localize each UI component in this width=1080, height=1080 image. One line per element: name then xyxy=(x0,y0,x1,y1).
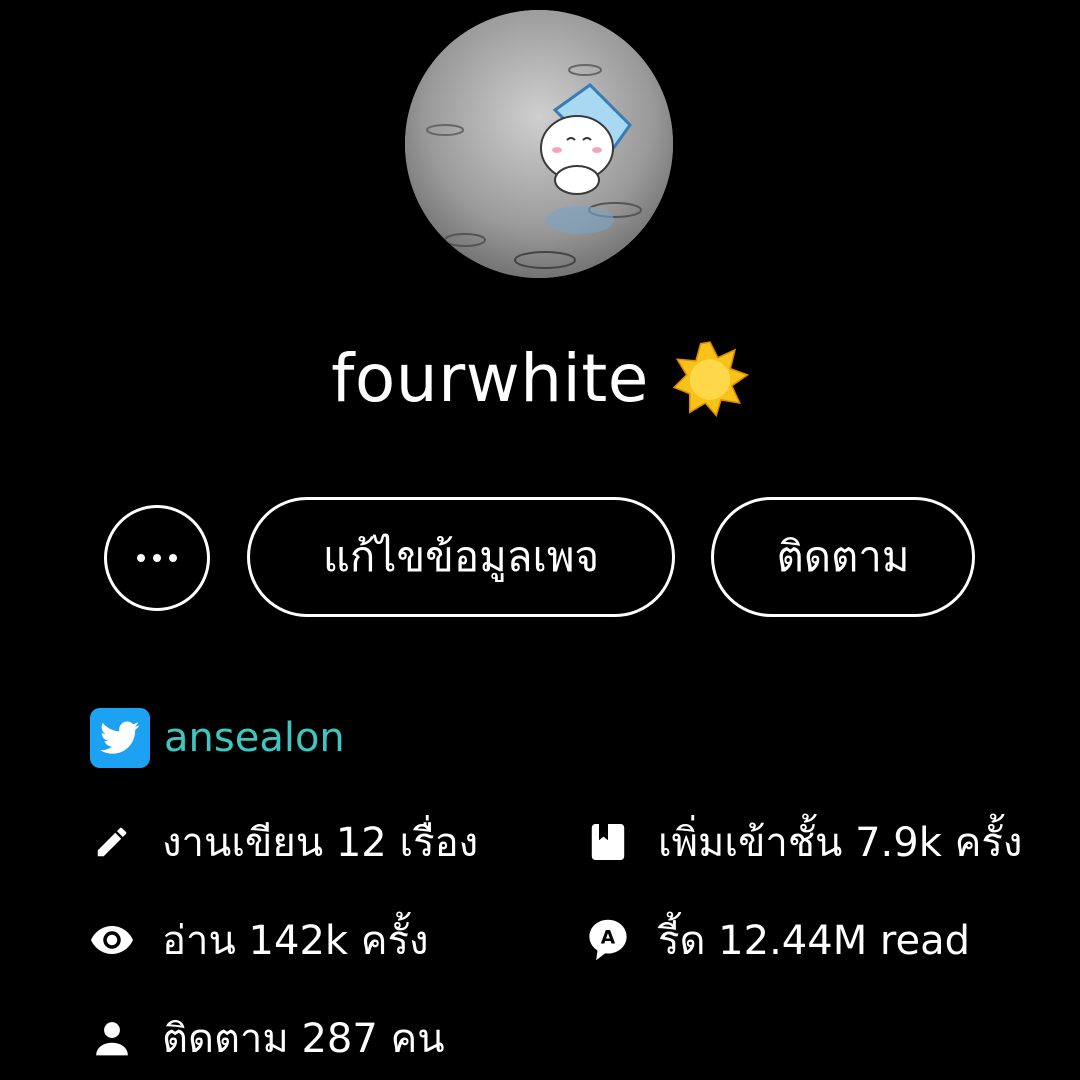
twitter-handle: ansealon xyxy=(164,715,345,761)
stat-followers-text: ติดตาม 287 คน xyxy=(162,1016,445,1062)
stat-reader-text: รี้ด 12.44M read xyxy=(658,918,970,964)
profile-page: fourwhite แก้ไขข้อมูลเพจ ติดตาม ansealon… xyxy=(0,0,1080,1080)
cat-avatar-image xyxy=(405,10,673,278)
stat-reads: อ่าน 142k ครั้ง xyxy=(90,910,550,970)
stat-reads-text: อ่าน 142k ครั้ง xyxy=(162,918,429,964)
stat-works: งานเขียน 12 เรื่อง xyxy=(90,812,550,872)
username: fourwhite xyxy=(331,339,649,417)
person-icon xyxy=(90,1016,134,1060)
pencil-icon xyxy=(90,820,134,864)
stat-followers: ติดตาม 287 คน xyxy=(90,1008,550,1068)
svg-text:A: A xyxy=(601,927,616,948)
follow-button[interactable]: ติดตาม xyxy=(711,497,975,617)
username-row: fourwhite xyxy=(0,328,1080,428)
stat-shelf: เพิ่มเข้าชั้น 7.9k ครั้ง xyxy=(586,812,1066,872)
twitter-icon xyxy=(90,708,150,768)
bookmark-icon xyxy=(586,820,630,864)
stat-works-text: งานเขียน 12 เรื่อง xyxy=(162,820,479,866)
stat-shelf-text: เพิ่มเข้าชั้น 7.9k ครั้ง xyxy=(658,820,1023,866)
stat-reader: A รี้ด 12.44M read xyxy=(586,910,1066,970)
more-dots-icon xyxy=(137,554,177,562)
edit-page-button[interactable]: แก้ไขข้อมูลเพจ xyxy=(247,497,675,617)
profile-avatar[interactable] xyxy=(405,10,673,278)
reader-bubble-icon: A xyxy=(586,918,630,962)
twitter-link[interactable]: ansealon xyxy=(90,708,345,768)
more-options-button[interactable] xyxy=(104,505,210,611)
star-badge-icon xyxy=(672,341,749,417)
eye-icon xyxy=(90,918,134,962)
